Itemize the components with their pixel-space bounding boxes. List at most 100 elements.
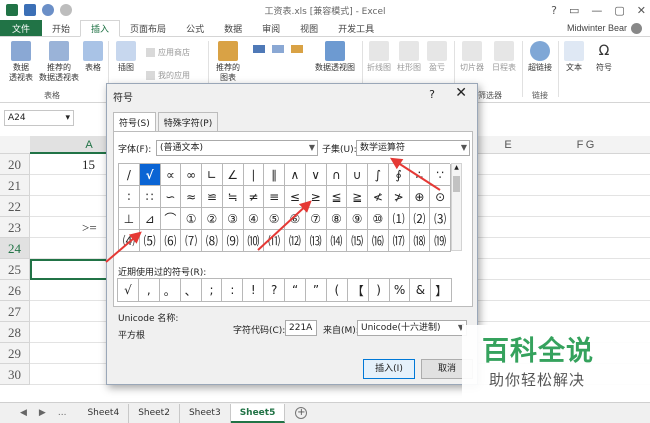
tab-symbols[interactable]: 符号(S)	[113, 112, 156, 132]
row-header[interactable]: 28	[0, 322, 30, 343]
symbol-cell[interactable]: ⑿	[285, 230, 306, 252]
symbol-cell[interactable]: ⒄	[388, 230, 410, 252]
recent-symbol-cell[interactable]: 、	[180, 279, 202, 302]
symbol-cell[interactable]: ≡	[264, 186, 285, 208]
column-header-g[interactable]: G	[560, 136, 620, 154]
more-sheets-icon[interactable]: ...	[52, 408, 73, 418]
symbol-cell[interactable]: ⊥	[119, 208, 140, 230]
column-header-e[interactable]: E	[478, 136, 538, 154]
recent-symbol-cell[interactable]: ,	[138, 279, 160, 302]
symbol-cell[interactable]: ⑸	[139, 230, 161, 252]
app-store-button[interactable]: 应用商店	[146, 47, 190, 58]
sheet-tab-sheet4[interactable]: Sheet4	[78, 403, 130, 423]
symbol-cell[interactable]: ⑼	[222, 230, 244, 252]
dialog-close-icon[interactable]: ✕	[455, 85, 467, 101]
recent-symbol-cell[interactable]: &	[410, 279, 432, 302]
tab-formulas[interactable]: 公式	[176, 20, 214, 36]
symbol-cell[interactable]: ≥	[305, 186, 327, 208]
add-sheet-icon[interactable]: +	[295, 407, 308, 419]
recent-symbol-cell[interactable]: ”	[306, 279, 327, 302]
scroll-left-icon[interactable]: ◀	[14, 408, 33, 418]
recent-symbol-cell[interactable]: 】	[431, 279, 453, 302]
symbol-cell[interactable]: ∶	[119, 186, 140, 208]
row-header[interactable]: 21	[0, 175, 30, 196]
row-header[interactable]: 26	[0, 280, 30, 301]
text-button[interactable]: 文本	[562, 41, 586, 73]
cell-a[interactable]: >=	[82, 220, 97, 236]
recent-symbol-cell[interactable]: “	[285, 279, 307, 302]
slicer-button[interactable]: 切片器	[458, 41, 486, 73]
recent-symbol-cell[interactable]: ?	[264, 279, 286, 302]
symbol-cell[interactable]: ≦	[326, 186, 348, 208]
symbol-cell[interactable]: ④	[243, 208, 265, 230]
row-header[interactable]: 25	[0, 259, 30, 280]
scrollbar-thumb[interactable]	[453, 176, 460, 192]
symbol-cell[interactable]: ≯	[388, 186, 410, 208]
symbol-cell[interactable]: ∴	[409, 164, 431, 186]
symbol-cell[interactable]: ⑺	[181, 230, 202, 252]
symbol-cell[interactable]: ∽	[160, 186, 182, 208]
sparkline-column-button[interactable]: 柱形图	[396, 41, 422, 73]
insert-button[interactable]: 插入(I)	[363, 359, 415, 379]
recent-symbol-cell[interactable]: %	[389, 279, 411, 302]
symbol-cell[interactable]: ⑹	[160, 230, 182, 252]
symbol-cell[interactable]: ⑶	[430, 208, 451, 230]
symbol-cell[interactable]: ∧	[285, 164, 306, 186]
symbol-cell[interactable]: √	[139, 164, 161, 186]
symbol-cell[interactable]: ⑷	[119, 230, 140, 252]
symbol-cell[interactable]: ∣	[243, 164, 265, 186]
tab-developer[interactable]: 开发工具	[328, 20, 384, 36]
symbol-cell[interactable]: ③	[222, 208, 244, 230]
tab-review[interactable]: 审阅	[252, 20, 290, 36]
symbol-cell[interactable]: ⒃	[368, 230, 389, 252]
recent-symbol-cell[interactable]: :	[222, 279, 244, 302]
symbol-cell[interactable]: ≌	[202, 186, 223, 208]
help-icon[interactable]: ?	[551, 4, 557, 17]
symbol-cell[interactable]: ⊕	[409, 186, 431, 208]
scroll-up-icon[interactable]: ▲	[452, 164, 461, 172]
tab-page-layout[interactable]: 页面布局	[120, 20, 176, 36]
sheet-tab-sheet5[interactable]: Sheet5	[230, 403, 286, 423]
symbol-cell[interactable]: ⑤	[264, 208, 285, 230]
my-apps-button[interactable]: 我的应用	[146, 70, 190, 81]
row-header[interactable]: 24	[0, 238, 30, 259]
symbol-cell[interactable]: ⒆	[430, 230, 451, 252]
recent-symbol-cell[interactable]: ;	[201, 279, 223, 302]
symbol-cell[interactable]: ⌒	[160, 208, 182, 230]
symbol-cell[interactable]: ⒂	[347, 230, 368, 252]
symbol-cell[interactable]: ∪	[347, 164, 368, 186]
close-icon[interactable]: ✕	[637, 4, 646, 17]
symbol-cell[interactable]: ⊙	[430, 186, 451, 208]
timeline-button[interactable]: 日程表	[490, 41, 518, 73]
symbol-button[interactable]: Ω 符号	[592, 41, 616, 73]
name-box[interactable]: A24 ▾	[4, 110, 74, 126]
tab-file[interactable]: 文件	[0, 20, 43, 36]
user-account[interactable]: Midwinter Bear	[567, 20, 650, 36]
sheet-tab-sheet2[interactable]: Sheet2	[129, 403, 180, 423]
recent-symbol-cell[interactable]: )	[368, 279, 390, 302]
symbol-cell[interactable]: ≧	[347, 186, 368, 208]
symbol-cell[interactable]: ∟	[202, 164, 223, 186]
scroll-right-icon[interactable]: ▶	[33, 408, 52, 418]
symbol-cell[interactable]: ⑨	[347, 208, 368, 230]
row-header[interactable]: 20	[0, 154, 30, 175]
symbol-cell[interactable]: ≤	[285, 186, 306, 208]
recent-symbol-cell[interactable]: (	[326, 279, 348, 302]
minimize-icon[interactable]: —	[591, 4, 602, 17]
symbol-cell[interactable]: ⒀	[305, 230, 327, 252]
recent-symbol-cell[interactable]: √	[118, 279, 139, 302]
tab-home[interactable]: 开始	[42, 20, 80, 36]
symbol-cell[interactable]: ≠	[243, 186, 265, 208]
pivot-table-button[interactable]: 数据 透视表	[4, 41, 38, 83]
recent-symbol-cell[interactable]: 【	[347, 279, 369, 302]
symbol-cell[interactable]: ∝	[160, 164, 182, 186]
row-header[interactable]: 22	[0, 196, 30, 217]
chart-types-gallery[interactable]	[248, 43, 308, 71]
row-header[interactable]: 30	[0, 364, 30, 385]
symbol-cell[interactable]: ⑦	[305, 208, 327, 230]
symbol-cell[interactable]: ∫	[368, 164, 389, 186]
from-select[interactable]: Unicode(十六进制) ▼	[357, 320, 467, 336]
symbol-cell[interactable]: ①	[181, 208, 202, 230]
maximize-icon[interactable]: ▢	[614, 4, 624, 17]
sparkline-line-button[interactable]: 折线图	[366, 41, 392, 73]
